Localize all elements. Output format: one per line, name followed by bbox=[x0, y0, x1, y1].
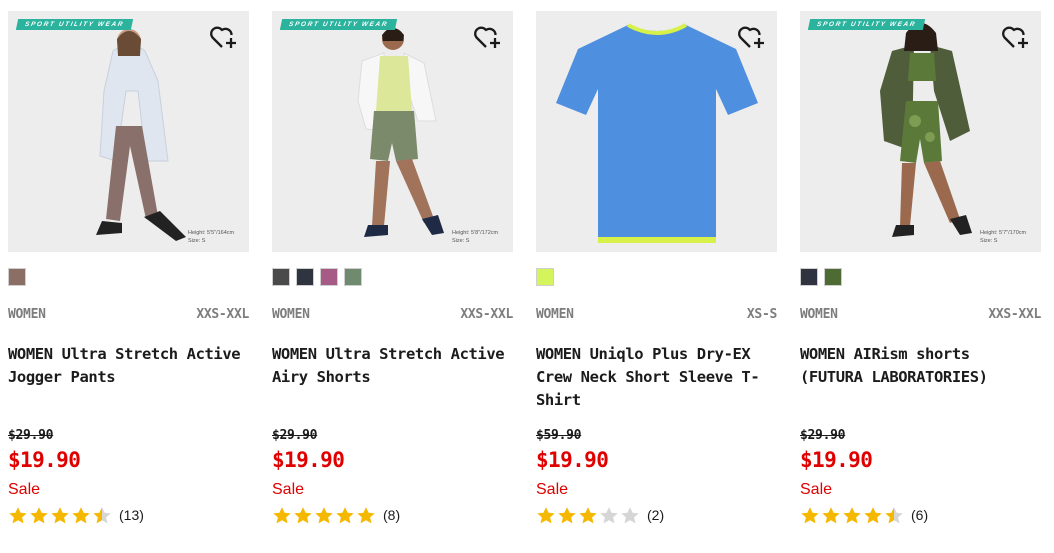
star-full-icon bbox=[336, 507, 354, 524]
star-rating bbox=[800, 506, 905, 524]
product-card[interactable]: WOMEN XS-S WOMEN Uniqlo Plus Dry-EX Crew… bbox=[536, 11, 777, 551]
review-count: (2) bbox=[647, 507, 665, 523]
original-price: $29.90 bbox=[272, 428, 318, 443]
product-meta: WOMEN XXS-XXL bbox=[800, 307, 1041, 322]
gender-label: WOMEN bbox=[536, 307, 574, 322]
gender-label: WOMEN bbox=[8, 307, 46, 322]
size-range: XXS-XXL bbox=[460, 307, 513, 322]
color-swatch[interactable] bbox=[296, 268, 314, 286]
add-to-wishlist-button[interactable] bbox=[209, 23, 239, 51]
rating[interactable]: (8) bbox=[272, 506, 400, 524]
model-info: Height: 5'8"/172cm Size: S bbox=[452, 230, 499, 244]
size-range: XXS-XXL bbox=[196, 307, 249, 322]
color-swatch[interactable] bbox=[824, 268, 842, 286]
rating[interactable]: (13) bbox=[8, 506, 144, 524]
add-to-wishlist-button[interactable] bbox=[473, 23, 503, 51]
sport-utility-badge: SPORT UTILITY WEAR bbox=[15, 19, 134, 30]
color-swatch[interactable] bbox=[344, 268, 362, 286]
product-card[interactable]: SPORT UTILITY WEAR Height: 5'8"/172cm Si… bbox=[272, 11, 513, 551]
star-full-icon bbox=[357, 507, 375, 524]
sport-utility-badge: SPORT UTILITY WEAR bbox=[807, 19, 926, 30]
sale-label: Sale bbox=[800, 481, 833, 498]
review-count: (6) bbox=[911, 507, 929, 523]
star-empty-icon bbox=[621, 507, 639, 524]
star-full-icon bbox=[843, 507, 861, 524]
star-rating bbox=[8, 506, 113, 524]
original-price: $29.90 bbox=[8, 428, 54, 443]
product-card[interactable]: SPORT UTILITY WEAR Height: 5'7"/170cm Si… bbox=[800, 11, 1041, 551]
star-empty-icon bbox=[600, 507, 618, 524]
rating[interactable]: (2) bbox=[536, 506, 664, 524]
product-meta: WOMEN XXS-XXL bbox=[8, 307, 249, 322]
review-count: (13) bbox=[119, 507, 144, 523]
star-full-icon bbox=[30, 507, 48, 524]
model-info: Height: 5'7"/170cm Size: S bbox=[980, 230, 1027, 244]
product-image[interactable]: SPORT UTILITY WEAR Height: 5'8"/172cm Si… bbox=[272, 11, 513, 252]
gender-label: WOMEN bbox=[272, 307, 310, 322]
color-swatches bbox=[536, 268, 554, 286]
gender-label: WOMEN bbox=[800, 307, 838, 322]
star-full-icon bbox=[315, 507, 333, 524]
color-swatch[interactable] bbox=[8, 268, 26, 286]
sale-price: $19.90 bbox=[536, 448, 609, 472]
add-to-wishlist-button[interactable] bbox=[1001, 23, 1031, 51]
star-rating bbox=[536, 506, 641, 524]
review-count: (8) bbox=[383, 507, 401, 523]
star-half-icon bbox=[93, 507, 111, 524]
sport-utility-badge: SPORT UTILITY WEAR bbox=[279, 19, 398, 30]
color-swatch[interactable] bbox=[272, 268, 290, 286]
product-name-link[interactable]: WOMEN AIRism shorts (FUTURA LABORATORIES… bbox=[800, 343, 1041, 389]
star-full-icon bbox=[801, 507, 819, 524]
color-swatches bbox=[800, 268, 842, 286]
product-meta: WOMEN XXS-XXL bbox=[272, 307, 513, 322]
sale-price: $19.90 bbox=[8, 448, 81, 472]
color-swatches bbox=[272, 268, 362, 286]
heart-plus-icon bbox=[1002, 26, 1028, 48]
star-full-icon bbox=[9, 507, 27, 524]
color-swatches bbox=[8, 268, 26, 286]
star-full-icon bbox=[273, 507, 291, 524]
star-rating bbox=[272, 506, 377, 524]
product-meta: WOMEN XS-S bbox=[536, 307, 777, 322]
heart-plus-icon bbox=[474, 26, 500, 48]
star-full-icon bbox=[294, 507, 312, 524]
product-image[interactable]: SPORT UTILITY WEAR Height: 5'5"/164cm Si… bbox=[8, 11, 249, 252]
star-full-icon bbox=[822, 507, 840, 524]
product-image[interactable] bbox=[536, 11, 777, 252]
heart-plus-icon bbox=[210, 26, 236, 48]
star-half-icon bbox=[885, 507, 903, 524]
sale-price: $19.90 bbox=[272, 448, 345, 472]
color-swatch[interactable] bbox=[800, 268, 818, 286]
color-swatch[interactable] bbox=[320, 268, 338, 286]
product-name-link[interactable]: WOMEN Ultra Stretch Active Jogger Pants bbox=[8, 343, 249, 389]
original-price: $59.90 bbox=[536, 428, 582, 443]
sale-price: $19.90 bbox=[800, 448, 873, 472]
star-full-icon bbox=[537, 507, 555, 524]
original-price: $29.90 bbox=[800, 428, 846, 443]
star-full-icon bbox=[579, 507, 597, 524]
star-full-icon bbox=[558, 507, 576, 524]
product-image[interactable]: SPORT UTILITY WEAR Height: 5'7"/170cm Si… bbox=[800, 11, 1041, 252]
product-name-link[interactable]: WOMEN Uniqlo Plus Dry-EX Crew Neck Short… bbox=[536, 343, 777, 412]
star-full-icon bbox=[51, 507, 69, 524]
size-range: XS-S bbox=[746, 307, 777, 322]
sale-label: Sale bbox=[536, 481, 569, 498]
product-grid: SPORT UTILITY WEAR Height: 5'5"/164cm Si… bbox=[0, 0, 1054, 553]
star-full-icon bbox=[864, 507, 882, 524]
star-full-icon bbox=[72, 507, 90, 524]
model-info: Height: 5'5"/164cm Size: S bbox=[188, 230, 235, 244]
product-card[interactable]: SPORT UTILITY WEAR Height: 5'5"/164cm Si… bbox=[8, 11, 249, 551]
size-range: XXS-XXL bbox=[988, 307, 1041, 322]
sale-label: Sale bbox=[272, 481, 305, 498]
product-name-link[interactable]: WOMEN Ultra Stretch Active Airy Shorts bbox=[272, 343, 513, 389]
color-swatch[interactable] bbox=[536, 268, 554, 286]
heart-plus-icon bbox=[738, 26, 764, 48]
rating[interactable]: (6) bbox=[800, 506, 928, 524]
add-to-wishlist-button[interactable] bbox=[737, 23, 767, 51]
sale-label: Sale bbox=[8, 481, 41, 498]
